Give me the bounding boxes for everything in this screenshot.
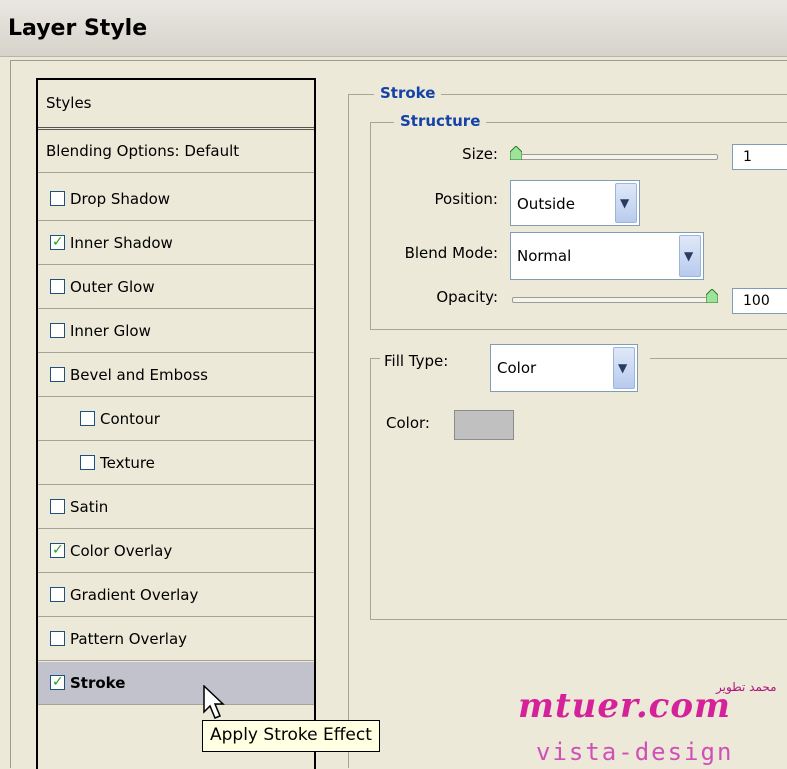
size-slider[interactable] xyxy=(512,154,718,160)
blending-options-item[interactable]: Blending Options: Default xyxy=(38,130,314,173)
style-item-inner-shadow[interactable]: ✓ Inner Shadow xyxy=(38,222,314,265)
style-item-texture[interactable]: Texture xyxy=(38,442,314,485)
outer-glow-checkbox[interactable] xyxy=(50,279,65,294)
check-mark-icon: ✓ xyxy=(52,234,64,250)
style-item-label: Outer Glow xyxy=(70,278,155,296)
fill-type-group xyxy=(370,358,787,620)
check-mark-icon: ✓ xyxy=(52,674,64,690)
mouse-pointer-icon xyxy=(203,684,227,725)
size-input[interactable]: 1 xyxy=(732,144,787,170)
blend-mode-value: Normal xyxy=(517,247,572,265)
style-item-label: Drop Shadow xyxy=(70,190,171,208)
opacity-label: Opacity: xyxy=(436,288,498,306)
style-item-label: Stroke xyxy=(70,674,126,692)
gradient-overlay-checkbox[interactable] xyxy=(50,587,65,602)
blend-mode-select[interactable]: Normal ▼ xyxy=(510,232,704,280)
style-item-color-overlay[interactable]: ✓ Color Overlay xyxy=(38,530,314,573)
style-item-label: Color Overlay xyxy=(70,542,173,560)
opacity-input[interactable]: 100 xyxy=(732,288,787,314)
style-item-label: Contour xyxy=(100,410,160,428)
blending-options-label: Blending Options: Default xyxy=(46,142,240,160)
stroke-group-title: Stroke xyxy=(374,84,442,102)
color-overlay-checkbox[interactable]: ✓ xyxy=(50,542,65,558)
stroke-tooltip: Apply Stroke Effect xyxy=(202,720,380,752)
chevron-down-icon[interactable]: ▼ xyxy=(615,183,637,223)
size-label: Size: xyxy=(462,145,498,163)
contour-checkbox[interactable] xyxy=(80,411,95,426)
style-item-contour[interactable]: Contour xyxy=(38,398,314,441)
style-item-gradient-overlay[interactable]: Gradient Overlay xyxy=(38,574,314,617)
window-title: Layer Style xyxy=(8,16,148,41)
styles-header-label: Styles xyxy=(46,94,92,112)
title-bar: Layer Style xyxy=(0,0,787,57)
color-label: Color: xyxy=(386,414,430,432)
check-mark-icon: ✓ xyxy=(52,542,64,558)
position-label: Position: xyxy=(434,190,498,208)
pattern-overlay-checkbox[interactable] xyxy=(50,631,65,646)
style-item-bevel-emboss[interactable]: Bevel and Emboss xyxy=(38,354,314,397)
style-item-pattern-overlay[interactable]: Pattern Overlay xyxy=(38,618,314,661)
fill-type-value: Color xyxy=(497,359,537,377)
position-select[interactable]: Outside ▼ xyxy=(510,180,640,226)
chevron-down-icon[interactable]: ▼ xyxy=(679,235,701,277)
style-item-label: Pattern Overlay xyxy=(70,630,188,648)
style-item-label: Satin xyxy=(70,498,109,516)
size-slider-thumb[interactable] xyxy=(510,146,522,160)
inner-glow-checkbox[interactable] xyxy=(50,323,65,338)
watermark-subtitle: vista-design xyxy=(536,738,734,766)
satin-checkbox[interactable] xyxy=(50,499,65,514)
inner-shadow-checkbox[interactable]: ✓ xyxy=(50,234,65,250)
style-item-label: Inner Glow xyxy=(70,322,151,340)
style-item-outer-glow[interactable]: Outer Glow xyxy=(38,266,314,309)
opacity-slider-thumb[interactable] xyxy=(706,289,718,303)
stroke-color-swatch[interactable] xyxy=(454,410,514,440)
position-value: Outside xyxy=(517,195,575,213)
style-item-inner-glow[interactable]: Inner Glow xyxy=(38,310,314,353)
style-item-label: Inner Shadow xyxy=(70,234,173,252)
opacity-slider[interactable] xyxy=(512,297,718,303)
style-item-stroke[interactable]: ✓ Stroke xyxy=(38,662,314,705)
bevel-emboss-checkbox[interactable] xyxy=(50,367,65,382)
style-item-label: Texture xyxy=(100,454,155,472)
fill-type-select[interactable]: Color ▼ xyxy=(490,344,638,392)
stroke-checkbox[interactable]: ✓ xyxy=(50,674,65,690)
style-item-label: Gradient Overlay xyxy=(70,586,199,604)
blend-mode-label: Blend Mode: xyxy=(404,244,498,262)
watermark-logo: mtuer.com xyxy=(518,686,732,726)
style-item-satin[interactable]: Satin xyxy=(38,486,314,529)
style-item-label: Bevel and Emboss xyxy=(70,366,208,384)
chevron-down-icon[interactable]: ▼ xyxy=(613,347,635,389)
texture-checkbox[interactable] xyxy=(80,455,95,470)
style-list: Styles Blending Options: Default Drop Sh… xyxy=(36,78,316,769)
styles-header[interactable]: Styles xyxy=(38,80,314,130)
style-item-drop-shadow[interactable]: Drop Shadow xyxy=(38,178,314,221)
drop-shadow-checkbox[interactable] xyxy=(50,191,65,206)
fill-type-label: Fill Type: xyxy=(384,352,449,370)
structure-group-title: Structure xyxy=(394,112,487,130)
